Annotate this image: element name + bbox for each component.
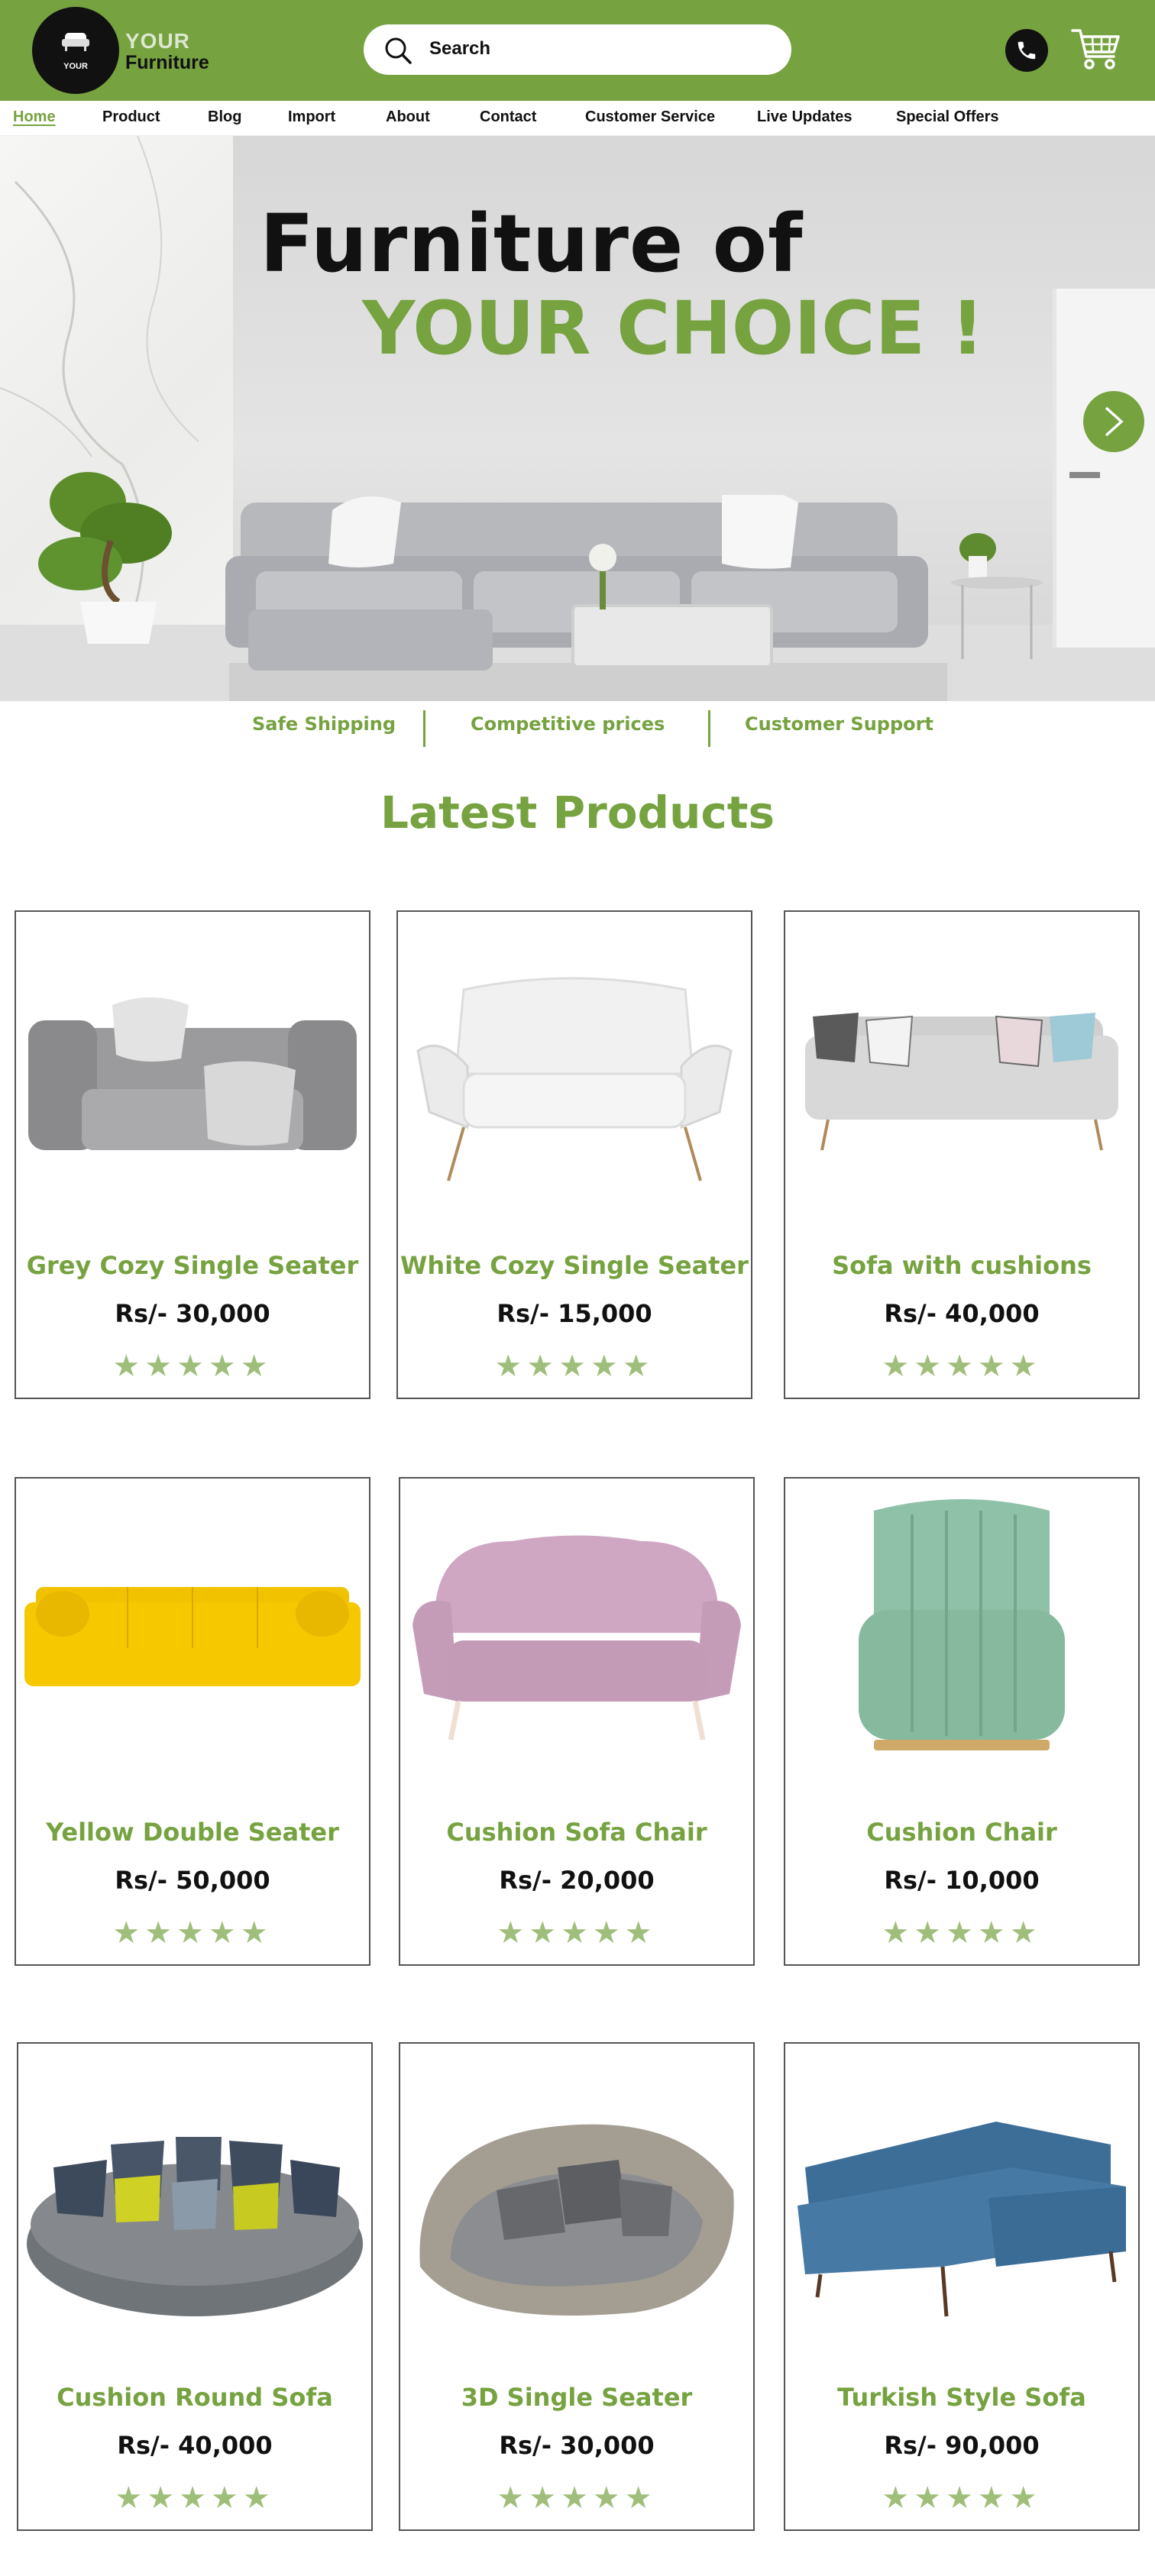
product-price: Rs/- 15,000 — [497, 1299, 652, 1328]
rating-stars: ★★★★★ — [494, 1349, 655, 1384]
product-name[interactable]: Turkish Style Sofa — [785, 2383, 1138, 2412]
product-price: Rs/- 40,000 — [884, 1299, 1040, 1328]
product-name[interactable]: Cushion Sofa Chair — [400, 1818, 753, 1847]
rating-stars: ★★★★★ — [882, 1349, 1042, 1384]
logo-text: YOUR — [63, 62, 88, 71]
nav-customer-service[interactable]: Customer Service — [585, 108, 715, 126]
rating-stars: ★★★★★ — [112, 1915, 273, 1951]
product-card[interactable]: Cushion Sofa Chair Rs/- 20,000 ★★★★★ — [399, 1477, 755, 1966]
nav-live-updates[interactable]: Live Updates — [757, 108, 852, 126]
product-name[interactable]: Yellow Double Seater — [16, 1818, 369, 1847]
rating-stars: ★★★★★ — [112, 1349, 273, 1384]
product-card[interactable]: Sofa with cushions Rs/- 40,000 ★★★★★ — [784, 910, 1140, 1399]
product-image-sofa-with-cushions — [805, 1013, 1118, 1151]
nav-contact[interactable]: Contact — [480, 108, 536, 126]
product-price: Rs/- 30,000 — [115, 1299, 270, 1328]
sofa-illustration — [225, 495, 928, 671]
hero-banner: Furniture of YOUR CHOICE ! — [0, 136, 1155, 701]
product-card[interactable]: Cushion Chair Rs/- 10,000 ★★★★★ — [784, 1477, 1140, 1966]
logo[interactable]: YOUR — [32, 7, 119, 94]
features-bar: Safe Shipping Competitive prices Custome… — [0, 701, 1155, 755]
product-price: Rs/- 20,000 — [499, 1866, 655, 1895]
product-image-turkish-style-sofa — [798, 2122, 1126, 2317]
feature-safe-shipping: Safe Shipping — [252, 713, 396, 735]
phone-button[interactable] — [1005, 29, 1048, 72]
product-image-cushion-round-sofa — [27, 2137, 363, 2316]
feature-customer-support: Customer Support — [745, 713, 933, 735]
brand-name-bottom: Furniture — [125, 52, 209, 73]
product-name[interactable]: 3D Single Seater — [400, 2383, 753, 2412]
chevron-right-icon — [1105, 406, 1124, 437]
feature-divider — [708, 710, 710, 747]
rating-stars: ★★★★★ — [115, 2481, 275, 2516]
nav-blog[interactable]: Blog — [208, 108, 241, 126]
product-card[interactable]: Cushion Round Sofa Rs/- 40,000 ★★★★★ — [17, 2042, 373, 2531]
rating-stars: ★★★★★ — [882, 1915, 1042, 1951]
door-handle — [1069, 472, 1100, 478]
rating-stars: ★★★★★ — [497, 1915, 657, 1951]
nav-special-offers[interactable]: Special Offers — [896, 108, 999, 126]
product-image-cushion-sofa-chair — [412, 1535, 741, 1740]
product-name[interactable]: Cushion Chair — [785, 1818, 1138, 1847]
search-input[interactable]: Search — [364, 24, 791, 75]
product-price: Rs/- 50,000 — [115, 1866, 270, 1895]
product-image-yellow-double-seater — [24, 1587, 361, 1686]
brand-name-top: YOUR — [125, 29, 190, 53]
product-price: Rs/- 40,000 — [117, 2431, 273, 2460]
section-title-latest-products: Latest Products — [380, 787, 775, 839]
product-card[interactable]: White Cozy Single Seater Rs/- 15,000 ★★★… — [396, 910, 752, 1399]
product-name[interactable]: White Cozy Single Seater — [398, 1251, 751, 1280]
product-image-white-cozy-seater — [416, 977, 733, 1181]
nav-home[interactable]: Home — [13, 108, 56, 126]
door — [1053, 289, 1155, 648]
potted-plant-illustration — [38, 472, 172, 644]
cart-icon[interactable] — [1071, 26, 1121, 72]
main-nav: Home Product Blog Import About Contact C… — [0, 101, 1155, 136]
brand-name: YOUR Furniture — [125, 31, 209, 73]
product-name[interactable]: Grey Cozy Single Seater — [16, 1251, 369, 1280]
phone-icon — [1017, 41, 1036, 60]
product-price: Rs/- 90,000 — [884, 2431, 1040, 2460]
product-image-3d-single-seater — [419, 2124, 734, 2316]
hero-title-line2: YOUR CHOICE ! — [362, 286, 985, 371]
product-name[interactable]: Cushion Round Sofa — [18, 2383, 371, 2412]
hero-title-line1: Furniture of — [260, 197, 804, 290]
rating-stars: ★★★★★ — [497, 2481, 657, 2516]
product-image-cushion-chair — [859, 1499, 1065, 1750]
product-card[interactable]: Grey Cozy Single Seater Rs/- 30,000 ★★★★… — [15, 910, 370, 1399]
armchair-logo-icon — [62, 33, 89, 51]
nav-import[interactable]: Import — [288, 108, 335, 126]
feature-divider — [423, 710, 425, 747]
product-price: Rs/- 10,000 — [884, 1866, 1040, 1895]
nav-about[interactable]: About — [386, 108, 430, 126]
product-card[interactable]: 3D Single Seater Rs/- 30,000 ★★★★★ — [399, 2042, 755, 2531]
product-name[interactable]: Sofa with cushions — [785, 1251, 1138, 1280]
product-price: Rs/- 30,000 — [499, 2431, 655, 2460]
side-table-illustration — [951, 533, 1043, 659]
product-image-grey-cozy-seater — [28, 997, 357, 1150]
nav-product[interactable]: Product — [102, 108, 160, 126]
product-card[interactable]: Yellow Double Seater Rs/- 50,000 ★★★★★ — [15, 1477, 370, 1966]
feature-competitive-prices: Competitive prices — [471, 713, 665, 735]
search-placeholder: Search — [429, 38, 491, 59]
search-icon[interactable] — [383, 35, 413, 66]
product-card[interactable]: Turkish Style Sofa Rs/- 90,000 ★★★★★ — [784, 2042, 1140, 2531]
site-header: YOUR YOUR Furniture Search — [0, 0, 1155, 101]
hero-next-button[interactable] — [1083, 391, 1144, 452]
rating-stars: ★★★★★ — [882, 2481, 1042, 2516]
